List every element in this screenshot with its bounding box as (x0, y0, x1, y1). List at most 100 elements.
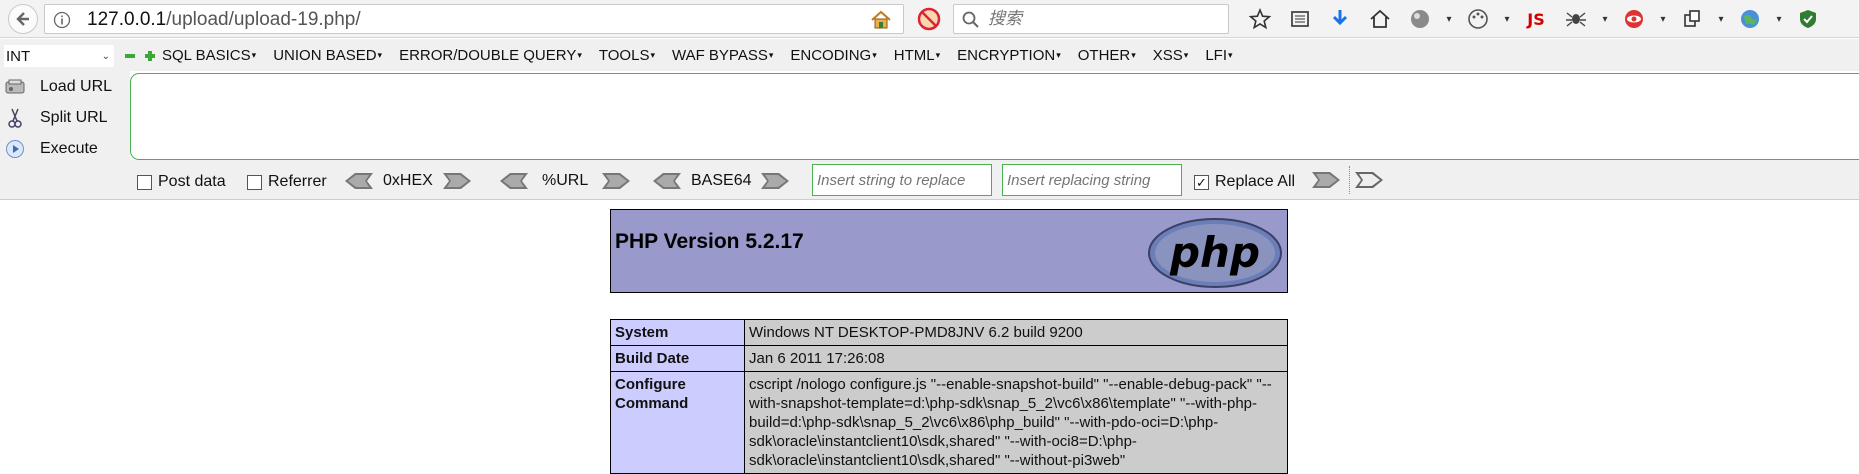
decode-right-arrow-icon[interactable] (602, 173, 631, 189)
noscript-block-icon[interactable] (916, 6, 942, 37)
table-row: Build Date Jan 6 2011 17:26:08 (610, 345, 1288, 372)
chevron-down-icon[interactable]: ▾ (1654, 6, 1672, 32)
hackbar-menu: INT ⌄ SQL BASICS UNION BASED ERROR/DOUBLE … (0, 39, 1859, 71)
split-url-label: Split URL (40, 109, 108, 126)
post-data-checkbox[interactable]: Post data (137, 173, 226, 191)
load-url-icon (4, 76, 26, 98)
download-icon[interactable] (1320, 6, 1360, 32)
checkbox-box[interactable] (137, 174, 152, 190)
phpinfo-header: PHP Version 5.2.17 php (610, 209, 1288, 293)
replacing-string-input[interactable] (1002, 164, 1182, 196)
row-key: System (610, 319, 745, 346)
back-button[interactable] (8, 4, 38, 34)
hex-label: 0xHEX (383, 172, 433, 189)
toolbar-separator (1349, 166, 1350, 194)
back-arrow-icon (16, 12, 29, 26)
load-url-label: Load URL (40, 78, 113, 95)
replace-run-arrow-icon[interactable] (1312, 172, 1340, 188)
plus-icon[interactable] (145, 51, 155, 61)
row-key: Configure Command (610, 371, 745, 474)
encode-left-arrow-icon[interactable] (653, 173, 681, 189)
menu-error-double-query[interactable]: ERROR/DOUBLE QUERY (399, 47, 582, 64)
menu-lfi[interactable]: LFI (1205, 47, 1232, 64)
chevron-down-icon[interactable]: ▾ (1596, 6, 1614, 32)
chevron-down-icon[interactable]: ▾ (1770, 6, 1788, 32)
browser-toolbar: 127.0.0.1/upload/upload-19.php/ ▾ ▾ JS ▾… (0, 0, 1859, 38)
encode-left-arrow-icon[interactable] (500, 173, 528, 189)
hackbar-options: Post data Referrer 0xHEX %URL BASE64 ✓ R… (0, 160, 1859, 200)
palette-icon[interactable] (1458, 6, 1498, 32)
phpinfo-table: System Windows NT DESKTOP-PMD8JNV 6.2 bui… (610, 319, 1288, 474)
menu-waf-bypass[interactable]: WAF BYPASS (672, 47, 773, 64)
eye-icon[interactable] (1614, 6, 1654, 32)
url-enc-label: %URL (542, 172, 589, 189)
table-row: Configure Command cscript /nologo configu… (610, 371, 1288, 474)
referrer-label: Referrer (268, 173, 327, 190)
referrer-checkbox[interactable]: Referrer (247, 173, 327, 191)
load-url-button[interactable]: Load URL (4, 75, 112, 99)
checkmark-icon: ✓ (1196, 174, 1207, 190)
hex-encoder: 0xHEX (345, 172, 471, 190)
chevron-down-icon: ⌄ (101, 50, 110, 62)
split-url-button[interactable]: Split URL (4, 106, 108, 130)
int-select-value: INT (6, 47, 31, 65)
home-icon[interactable] (1360, 6, 1400, 32)
toolbar-icons: ▾ ▾ JS ▾ ▾ ▾ ▾ (1240, 6, 1828, 32)
shield-icon[interactable] (1788, 6, 1828, 32)
checkbox-box-checked[interactable]: ✓ (1194, 174, 1209, 190)
search-icon (962, 11, 980, 34)
replace-all-checkbox[interactable]: ✓ Replace All (1194, 173, 1295, 191)
addon-globe-icon[interactable] (1400, 6, 1440, 32)
php-logo-icon: php (1148, 218, 1282, 288)
star-icon[interactable] (1240, 6, 1280, 32)
home-lock-icon[interactable] (870, 10, 892, 35)
menu-encryption[interactable]: ENCRYPTION (957, 47, 1061, 64)
spider-icon[interactable] (1556, 6, 1596, 32)
menu-other[interactable]: OTHER (1078, 47, 1136, 64)
execute-label: Execute (40, 140, 98, 157)
replace-all-label: Replace All (1215, 173, 1296, 190)
menu-sql-basics[interactable]: SQL BASICS (162, 47, 256, 64)
address-bar[interactable]: 127.0.0.1/upload/upload-19.php/ (44, 4, 935, 35)
minus-icon[interactable] (125, 51, 135, 61)
decode-right-arrow-icon[interactable] (761, 173, 790, 189)
menu-html[interactable]: HTML (894, 47, 940, 64)
chevron-down-icon[interactable]: ▾ (1498, 6, 1516, 32)
replace-string-input[interactable] (812, 164, 992, 196)
execute-button[interactable]: Execute (4, 137, 98, 161)
chevron-down-icon[interactable]: ▾ (1712, 6, 1730, 32)
replace-next-arrow-icon[interactable] (1355, 172, 1383, 188)
decode-right-arrow-icon[interactable] (442, 173, 471, 189)
menu-encoding[interactable]: ENCODING (790, 47, 876, 64)
info-icon[interactable] (53, 11, 71, 34)
scissors-icon (4, 107, 26, 129)
base64-label: BASE64 (691, 172, 752, 189)
hackbar-menu-items: SQL BASICS UNION BASED ERROR/DOUBLE QUERY T… (162, 47, 1250, 64)
url-textarea[interactable] (130, 73, 1859, 160)
play-icon (4, 138, 26, 160)
reader-icon[interactable] (1280, 6, 1320, 32)
int-type-select[interactable]: INT ⌄ (4, 45, 114, 67)
chevron-down-icon[interactable]: ▾ (1440, 6, 1458, 32)
encode-left-arrow-icon[interactable] (345, 173, 373, 189)
url-text[interactable]: 127.0.0.1/upload/upload-19.php/ (87, 9, 361, 31)
url-host: 127.0.0.1 (87, 9, 167, 30)
row-value: Windows NT DESKTOP-PMD8JNV 6.2 build 920… (744, 319, 1288, 346)
menu-tools[interactable]: TOOLS (599, 47, 655, 64)
php-logo-text: php (1169, 228, 1260, 277)
globe-icon[interactable] (1730, 6, 1770, 32)
screenshot-icon[interactable] (1672, 6, 1712, 32)
post-data-label: Post data (158, 173, 226, 190)
search-bar[interactable] (953, 4, 1229, 34)
table-row: System Windows NT DESKTOP-PMD8JNV 6.2 bui… (610, 319, 1288, 346)
checkbox-box[interactable] (247, 174, 262, 190)
url-encoder: %URL (500, 172, 631, 190)
js-label: JS (1527, 9, 1545, 29)
base64-encoder: BASE64 (653, 172, 790, 190)
menu-union-based[interactable]: UNION BASED (273, 47, 382, 64)
search-input[interactable] (988, 8, 1218, 30)
js-badge[interactable]: JS (1516, 6, 1556, 32)
menu-xss[interactable]: XSS (1153, 47, 1189, 64)
php-version-title: PHP Version 5.2.17 (615, 230, 804, 253)
row-value: cscript /nologo configure.js "--enable-s… (744, 371, 1288, 474)
